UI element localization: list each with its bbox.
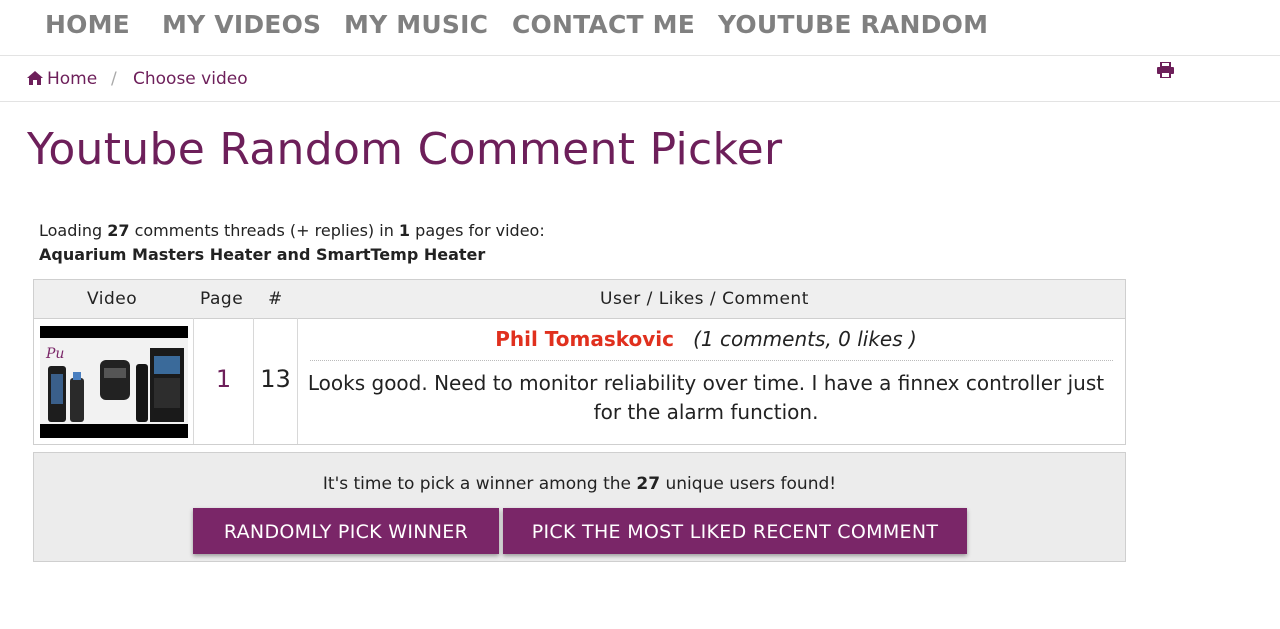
winner-prompt-suffix: unique users found! xyxy=(665,474,837,494)
header-index: # xyxy=(268,289,283,309)
top-navigation: HOME MY VIDEOS MY MUSIC CONTACT ME YOUTU… xyxy=(0,0,1280,56)
nav-contact-me[interactable]: CONTACT ME xyxy=(512,10,695,39)
row-page-link[interactable]: 1 xyxy=(194,365,253,393)
nav-my-videos[interactable]: MY VIDEOS xyxy=(162,10,321,39)
loading-suffix: pages for video: xyxy=(415,221,545,240)
breadcrumb-home-link[interactable]: Home xyxy=(27,69,97,89)
breadcrumb-separator: / xyxy=(111,69,117,89)
video-title: Aquarium Masters Heater and SmartTemp He… xyxy=(39,245,486,264)
nav-youtube-random[interactable]: YOUTUBE RANDOM xyxy=(718,10,988,39)
video-thumbnail[interactable]: Pu xyxy=(40,326,188,438)
heater-product-image: Pu xyxy=(45,346,184,422)
home-icon xyxy=(27,71,43,85)
breadcrumb: Home / Choose video xyxy=(0,57,1280,102)
comment-divider xyxy=(310,360,1113,361)
comment-table: Video Page # User / Likes / Comment Pu 1 xyxy=(33,279,1126,445)
page-count: 1 xyxy=(398,221,411,240)
comment-username[interactable]: Phil Tomaskovic xyxy=(495,327,674,351)
header-video: Video xyxy=(87,289,138,309)
table-header: Video Page # User / Likes / Comment xyxy=(34,280,1125,319)
nav-home[interactable]: HOME xyxy=(45,10,130,39)
header-page: Page xyxy=(200,289,244,309)
svg-text:Pu: Pu xyxy=(45,346,64,362)
loading-prefix: Loading xyxy=(39,221,103,240)
loading-status: Loading 27 comments threads (+ replies) … xyxy=(39,219,545,267)
comment-text: Looks good. Need to monitor reliability … xyxy=(307,371,1105,424)
breadcrumb-current[interactable]: Choose video xyxy=(133,69,248,89)
comment-user-line: Phil Tomaskovic (1 comments, 0 likes ) xyxy=(298,327,1114,351)
unique-user-count: 27 xyxy=(636,474,661,494)
row-index: 13 xyxy=(260,365,291,393)
winner-prompt-prefix: It's time to pick a winner among the xyxy=(322,474,632,494)
most-liked-button[interactable]: PICK THE MOST LIKED RECENT COMMENT xyxy=(503,508,967,554)
random-pick-button[interactable]: RANDOMLY PICK WINNER xyxy=(193,508,499,554)
breadcrumb-home-label: Home xyxy=(47,69,98,89)
winner-prompt: It's time to pick a winner among the 27 … xyxy=(34,474,1125,494)
page-title: Youtube Random Comment Picker xyxy=(27,124,783,175)
nav-my-music[interactable]: MY MUSIC xyxy=(344,10,488,39)
winner-panel: It's time to pick a winner among the 27 … xyxy=(33,452,1126,562)
print-icon[interactable] xyxy=(1157,62,1174,78)
thread-count: 27 xyxy=(107,221,130,240)
thumbnail-image: Pu xyxy=(40,338,188,424)
comment-meta: (1 comments, 0 likes ) xyxy=(693,327,917,351)
loading-middle: comments threads (+ replies) in xyxy=(134,221,394,240)
header-user-likes-comment: User / Likes / Comment xyxy=(600,289,809,309)
